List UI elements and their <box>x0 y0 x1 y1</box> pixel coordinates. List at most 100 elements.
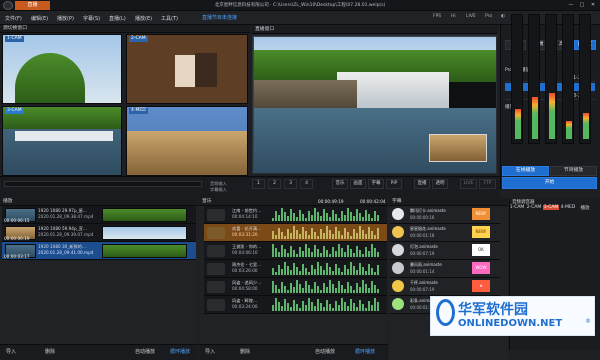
audio-row[interactable]: 风盗 - 辉煌... 00:03:24:00 <box>204 296 387 314</box>
media-title: 1920 1080 29.97p_星... <box>38 208 87 213</box>
media-auto-button[interactable]: 自动播放 <box>135 348 155 355</box>
wave-bar <box>371 281 373 293</box>
source-3[interactable]: 3-CAM <box>2 106 122 176</box>
wave-bar <box>356 209 358 221</box>
mixer-channel[interactable] <box>528 14 540 144</box>
wave-bar <box>332 210 334 221</box>
media-row[interactable]: 1920 1080 59.94p_宣... 2020.01.28_09.39.0… <box>2 224 196 242</box>
close-button[interactable]: ✕ <box>588 1 598 10</box>
wave-bar <box>353 253 355 257</box>
wave-bar <box>365 234 367 239</box>
wave-bar <box>302 301 304 311</box>
wave-bar <box>356 307 358 311</box>
menu-tools[interactable]: 工具(T) <box>161 15 178 22</box>
mixer-channel-label: 2-CAM <box>526 205 542 210</box>
wave-bar <box>368 227 370 239</box>
caption-row[interactable]: 灯泡.animaste 00:00:07:19 OK <box>390 242 500 260</box>
live-button[interactable]: LIVE <box>460 179 477 189</box>
wave-bar <box>329 230 331 239</box>
media-row[interactable]: 1920 1080 29.97p_星... 2020.01.28_09.38.4… <box>2 206 196 224</box>
mixer-channel[interactable] <box>545 14 557 144</box>
wave-bar <box>311 215 313 221</box>
wave-bar <box>353 266 355 275</box>
caption-row[interactable]: 暴风雨.animaste 00:00:01:14 WOW <box>390 260 500 278</box>
menu-file[interactable]: 文件(F) <box>5 15 22 22</box>
wave-bar <box>293 213 295 221</box>
menu-play[interactable]: 播放(P) <box>57 15 74 22</box>
wave-bar <box>374 248 376 257</box>
mixer-channel[interactable] <box>579 14 591 144</box>
caption-row[interactable]: 腾讯打卡.animaste 00:00:00:16 NEW! <box>390 206 500 224</box>
wave-bar <box>305 268 307 275</box>
audio-row[interactable]: 江南 - 前世约... 00:04:14:10 <box>204 206 387 224</box>
caption-toggle[interactable]: 字幕 <box>368 179 384 189</box>
wave-bar <box>320 216 322 221</box>
wave-bar <box>356 233 358 239</box>
audio-row[interactable]: 王俊凯 - 你的... 00:04:06:10 <box>204 242 387 260</box>
audio-loop-button[interactable]: 循环播放 <box>355 348 375 355</box>
wave-bar <box>293 250 295 257</box>
pip-toggle[interactable]: PIP <box>386 179 402 189</box>
layout-button-4[interactable]: 4 <box>300 179 313 189</box>
wave-bar <box>338 218 340 221</box>
theme-icon[interactable]: ◐ <box>501 14 505 19</box>
audio-import-button[interactable]: 导入 <box>205 348 215 355</box>
status-link[interactable]: 直播节目未连接 <box>202 14 237 21</box>
source-2[interactable]: 2-CAM <box>126 34 248 104</box>
media-delete-button[interactable]: 删除 <box>45 348 55 355</box>
wave-bar <box>317 212 319 221</box>
live-toggle[interactable]: 直播 <box>414 179 430 189</box>
caption-row[interactable]: 干杯.animaste 00:00:07:19 ★ <box>390 278 500 296</box>
ftp-button[interactable]: FTP <box>479 179 496 189</box>
audio-input-bar[interactable] <box>4 181 202 187</box>
live-indicator: LIVE <box>466 14 476 19</box>
mixer-channel[interactable] <box>562 14 574 144</box>
wave-bar <box>332 308 334 311</box>
layout-button-2[interactable]: 2 <box>268 179 281 189</box>
media-loop-button[interactable]: 循环播放 <box>170 348 190 355</box>
wave-bar <box>299 247 301 257</box>
wave-bar <box>362 217 364 221</box>
wave-bar <box>314 306 316 311</box>
menu-subtitle[interactable]: 字幕(S) <box>83 15 100 22</box>
audio-duration: 00:03:31:20 <box>232 232 258 237</box>
audio-row[interactable]: 周杰伦 - 七里... 00:03:26:00 <box>204 260 387 278</box>
start-button[interactable]: 开始 <box>502 177 597 189</box>
wave-bar <box>320 290 322 293</box>
media-footer <box>0 344 198 360</box>
wave-bar <box>281 306 283 311</box>
source-4[interactable]: 4-MED <box>126 106 248 176</box>
transparent-toggle[interactable]: 透明 <box>432 179 448 189</box>
wave-bar <box>302 227 304 239</box>
wave-bar <box>305 281 307 293</box>
mixer-channel[interactable] <box>511 14 523 144</box>
menu-live[interactable]: 直播(L) <box>109 15 126 22</box>
maximize-button[interactable]: □ <box>577 1 587 10</box>
menu-play2[interactable]: 播放(E) <box>135 15 152 22</box>
wave-bar <box>272 231 274 239</box>
music-toggle[interactable]: 音乐 <box>332 179 348 189</box>
wave-bar <box>329 217 331 221</box>
audio-auto-button[interactable]: 自动播放 <box>315 348 335 355</box>
menu-edit[interactable]: 编辑(E) <box>31 15 48 22</box>
media-import-button[interactable]: 导入 <box>6 348 16 355</box>
tab-live[interactable]: 直播 <box>15 1 50 10</box>
source-1[interactable]: 1-CAM <box>2 34 122 104</box>
caption-row[interactable]: 星星烟花.animaste 00:00:01:18 NEW! <box>390 224 500 242</box>
scene-toggle[interactable]: 画面 <box>350 179 366 189</box>
audio-row-selected[interactable]: 欢喜 - 花开满... 00:03:31:20 <box>204 224 387 242</box>
media-strip <box>102 244 187 258</box>
minimize-button[interactable]: — <box>566 1 576 10</box>
wave-bar <box>377 289 379 293</box>
media-row-selected[interactable]: 1920 1080 30_新鲜的... 2020.01.28_09.41.00.… <box>2 242 196 260</box>
wave-bar <box>335 251 337 257</box>
layout-button-1[interactable]: 1 <box>252 179 265 189</box>
audio-delete-button[interactable]: 删除 <box>240 348 250 355</box>
layout-button-3[interactable]: 3 <box>284 179 297 189</box>
wave-bar <box>290 307 292 311</box>
program-play-button[interactable]: 节目播放 <box>550 166 597 176</box>
wave-bar <box>290 209 292 221</box>
wave-bar <box>287 290 289 293</box>
online-play-button[interactable]: 在线播放 <box>502 166 549 176</box>
audio-row[interactable]: 风盗 - 追风少... 00:04:58:00 <box>204 278 387 296</box>
